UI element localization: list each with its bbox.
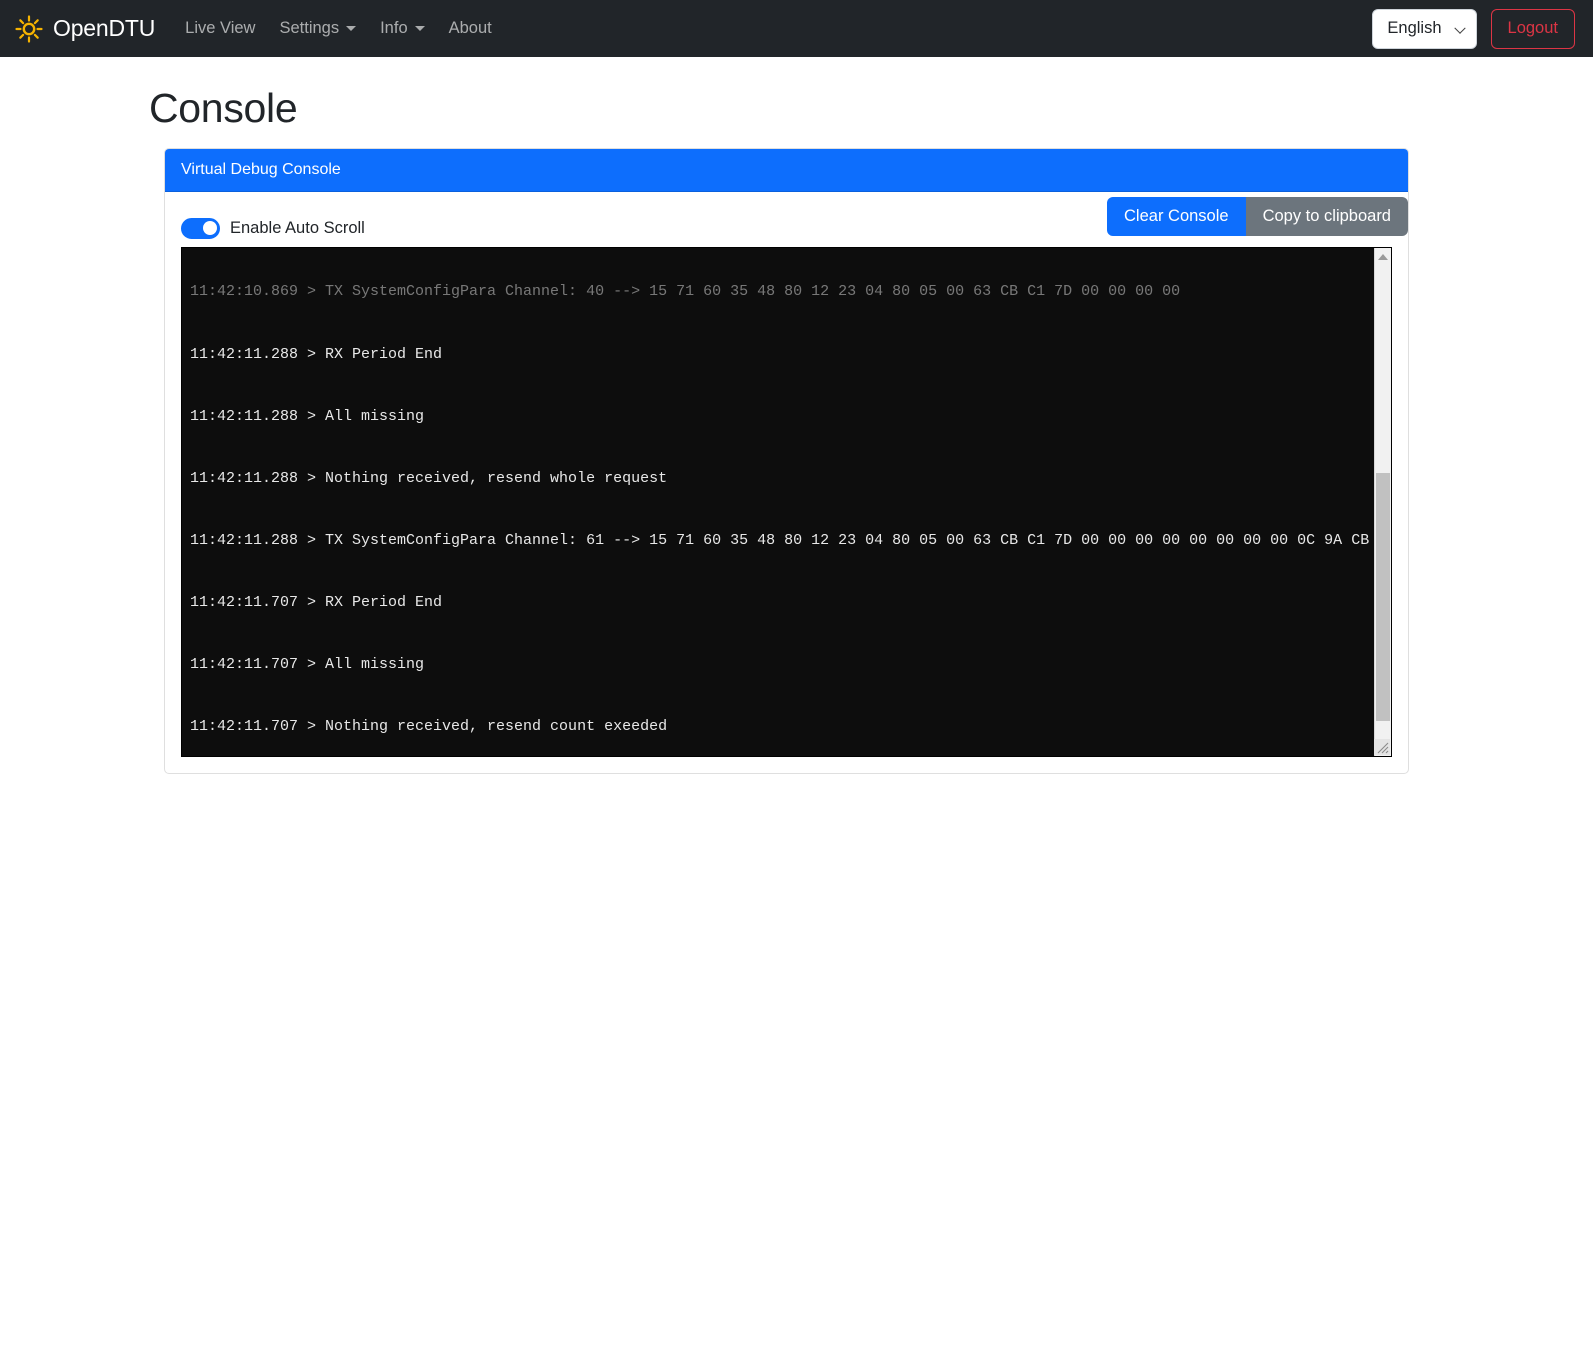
scrollbar-thumb[interactable] [1376, 473, 1390, 721]
nav-item-label: About [449, 19, 492, 38]
console-line: 11:42:11.288 > All missing [190, 407, 1374, 428]
virtual-debug-console-card: Virtual Debug Console Enable Auto Scroll… [164, 148, 1409, 774]
clear-console-button[interactable]: Clear Console [1107, 197, 1246, 236]
chevron-up-icon [1378, 254, 1388, 260]
page-content: Console Virtual Debug Console Enable Aut… [0, 85, 1593, 774]
card-body: Enable Auto Scroll Clear Console Copy to… [165, 192, 1408, 773]
nav-item-label: Live View [185, 19, 255, 38]
brand-title: OpenDTU [53, 15, 155, 42]
card-header: Virtual Debug Console [165, 149, 1408, 192]
top-navbar: OpenDTU Live View Settings Info About En… [0, 0, 1593, 57]
nav-item-about[interactable]: About [437, 11, 504, 46]
nav-item-label: Info [380, 19, 408, 38]
chevron-down-icon [415, 26, 425, 31]
console-scrollbar[interactable] [1374, 248, 1391, 756]
nav-item-label: Settings [279, 19, 339, 38]
auto-scroll-group: Enable Auto Scroll [181, 218, 365, 239]
auto-scroll-label: Enable Auto Scroll [230, 219, 365, 238]
language-select-value: English [1387, 19, 1441, 38]
console-line: 11:42:11.707 > Nothing received, resend … [190, 717, 1374, 738]
console-toolbar: Enable Auto Scroll Clear Console Copy to… [181, 208, 1392, 248]
console-line: 11:42:11.288 > Nothing received, resend … [190, 469, 1374, 490]
console-text: 11:42:10.869 > TX SystemConfigPara Chann… [182, 247, 1374, 757]
page-title: Console [149, 85, 1577, 132]
toggle-knob [203, 221, 217, 235]
console-line: 11:42:11.288 > TX SystemConfigPara Chann… [190, 531, 1374, 552]
console-line-clipped: 11:42:10.869 > TX SystemConfigPara Chann… [190, 282, 1374, 303]
logout-button[interactable]: Logout [1491, 9, 1575, 49]
console-line: 11:42:11.707 > RX Period End [190, 593, 1374, 614]
auto-scroll-toggle[interactable] [181, 218, 220, 239]
language-select[interactable]: English [1372, 9, 1476, 49]
copy-to-clipboard-button[interactable]: Copy to clipboard [1246, 197, 1408, 236]
nav-item-live-view[interactable]: Live View [173, 11, 267, 46]
console-output-area[interactable]: 11:42:10.869 > TX SystemConfigPara Chann… [181, 247, 1392, 757]
scrollbar-up-button[interactable] [1375, 248, 1391, 265]
nav-item-info[interactable]: Info [368, 11, 437, 46]
nav-item-settings[interactable]: Settings [267, 11, 368, 46]
console-line: 11:42:11.288 > RX Period End [190, 345, 1374, 366]
brand-link[interactable]: OpenDTU [14, 14, 155, 44]
resize-handle-icon[interactable] [1374, 739, 1390, 755]
sun-icon [14, 14, 44, 44]
nav-links: Live View Settings Info About [173, 11, 504, 46]
navbar-right-group: English Logout [1372, 9, 1575, 49]
chevron-down-icon [346, 26, 356, 31]
console-line: 11:42:11.707 > All missing [190, 655, 1374, 676]
language-select-wrapper: English [1372, 9, 1476, 49]
console-action-buttons: Clear Console Copy to clipboard [1107, 197, 1408, 236]
